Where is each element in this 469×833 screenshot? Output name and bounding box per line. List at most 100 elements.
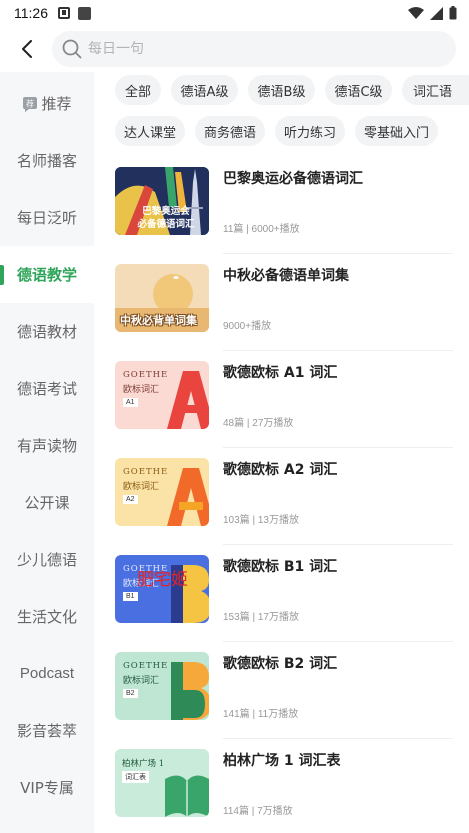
list-item[interactable]: GOETHE 欧标词汇 A2 歌德欧标 A2 词汇 103篇 | 13万播放 <box>94 448 469 545</box>
tag-all[interactable]: 全部 <box>115 75 161 105</box>
list-item[interactable]: GOETHE 欧标词汇 A1 歌德欧标 A1 词汇 48篇 | 27万播放 <box>94 351 469 448</box>
list-item[interactable]: GOETHE 欧标词汇 B2 歌德欧标 B2 词汇 141篇 | 11万播放 <box>94 642 469 739</box>
album-title: 歌德欧标 B2 词汇 <box>223 656 338 672</box>
signal-icon <box>430 6 443 20</box>
tag-label: 德语B级 <box>257 84 306 100</box>
header <box>0 26 469 72</box>
album-cover-sub: 词汇表 <box>122 771 149 783</box>
album-meta: 11篇 | 6000+播放 <box>223 224 300 235</box>
sidebar-item-german-textbook[interactable]: 德语教材 <box>0 303 94 360</box>
sidebar-item-media[interactable]: 影音荟萃 <box>0 702 94 759</box>
sidebar-item-kids-german[interactable]: 少儿德语 <box>0 531 94 588</box>
sidebar-item-label: 有声读物 <box>16 437 77 455</box>
status-bar: 11:26 <box>0 0 469 26</box>
album-meta: 153篇 | 17万播放 <box>223 612 299 623</box>
album-cover-sub: 欧标词汇 <box>123 482 160 492</box>
tag-label: 商务德语 <box>203 125 256 141</box>
album-title: 歌德欧标 B1 词汇 <box>223 559 338 575</box>
sidebar-item-recommend[interactable]: 荐 推荐 <box>0 75 94 132</box>
tag-german-b[interactable]: 德语B级 <box>248 75 315 105</box>
sidebar-item-podcast[interactable]: Podcast <box>0 645 94 702</box>
album-cover-text: 巴黎奥运会 必备德语词汇 <box>137 206 195 230</box>
sidebar-item-label: 生活文化 <box>16 608 77 626</box>
tag-german-c[interactable]: 德语C级 <box>325 75 392 105</box>
album-title: 中秋必备德语单词集 <box>223 268 349 284</box>
battery-icon <box>449 6 457 20</box>
album-cover-brand: GOETHE <box>123 661 169 671</box>
sidebar-item-german-teaching[interactable]: 德语教学 <box>0 246 94 303</box>
album-cover: GOETHE 欧标词汇 B2 <box>115 652 209 720</box>
album-cover: GOETHE 欧标词汇 A1 <box>115 361 209 429</box>
album-meta: 141篇 | 11万播放 <box>223 709 299 720</box>
album-cover-brand: GOETHE <box>123 467 169 477</box>
sidebar-item-teacher-podcast[interactable]: 名师播客 <box>0 132 94 189</box>
album-cover: 柏林广场 1 词汇表 <box>115 749 209 817</box>
tag-german-a[interactable]: 德语A级 <box>171 75 238 105</box>
album-cover-level: B1 <box>123 592 138 601</box>
back-button[interactable] <box>5 27 49 71</box>
tag-business-german[interactable]: 商务德语 <box>195 116 265 146</box>
sidebar-item-label: 公开课 <box>24 494 70 512</box>
status-time: 11:26 <box>14 5 48 21</box>
sidebar-item-label: 名师播客 <box>16 152 77 170</box>
album-cover: 巴黎奥运会 必备德语词汇 <box>115 167 209 235</box>
tag-label: 德语C级 <box>334 84 383 100</box>
search-input[interactable] <box>88 41 428 57</box>
tag-label: 全部 <box>124 84 151 100</box>
list-item[interactable]: GOETHE 欧标词汇 B1 肥宅姬 歌德欧标 B1 词汇 153篇 | 17万… <box>94 545 469 642</box>
wifi-icon <box>408 6 424 19</box>
album-cover-brand: GOETHE <box>123 370 169 380</box>
tag-label: 达人课堂 <box>123 125 176 141</box>
sidebar-item-label: 影音荟萃 <box>16 722 77 740</box>
album-meta: 48篇 | 27万播放 <box>223 418 294 429</box>
app-notification-icon <box>78 6 91 20</box>
sidebar-item-vip[interactable]: VIP专属 <box>0 759 94 816</box>
category-sidebar: 荐 推荐 名师播客 每日泛听 德语教学 德语教材 德语考试 有声读物 公开课 少… <box>0 72 94 833</box>
album-cover: 中秋必背单词集 <box>115 264 209 332</box>
sidebar-item-life-culture[interactable]: 生活文化 <box>0 588 94 645</box>
tag-label: 词汇语 <box>413 84 453 100</box>
sidebar-item-audiobooks[interactable]: 有声读物 <box>0 417 94 474</box>
sidebar-item-label: 德语教学 <box>16 266 77 284</box>
sidebar-item-label: Podcast <box>19 665 75 682</box>
tag-label: 零基础入门 <box>363 125 429 141</box>
album-title: 巴黎奥运必备德语词汇 <box>223 171 363 187</box>
album-meta: 9000+播放 <box>223 321 272 332</box>
list-item[interactable]: 中秋必背单词集 中秋必备德语单词集 9000+播放 <box>94 254 469 351</box>
album-meta: 114篇 | 7万播放 <box>223 806 293 817</box>
recommend-icon: 荐 <box>23 96 38 112</box>
filter-tags: 全部 德语A级 德语B级 德语C级 词汇语 达人课堂 商务德语 听力练习 零基础… <box>94 72 469 157</box>
list-item[interactable]: 巴黎奥运会 必备德语词汇 巴黎奥运必备德语词汇 11篇 | 6000+播放 <box>94 157 469 254</box>
album-cover-sub: 欧标词汇 <box>123 676 160 686</box>
album-cover-level: A1 <box>123 398 138 407</box>
album-cover: GOETHE 欧标词汇 A2 <box>115 458 209 526</box>
sidebar-item-label: VIP专属 <box>20 779 74 797</box>
chevron-left-icon <box>22 40 32 58</box>
tag-beginner[interactable]: 零基础入门 <box>355 116 438 146</box>
tag-expert-class[interactable]: 达人课堂 <box>115 116 185 146</box>
tag-label: 德语A级 <box>180 84 229 100</box>
search-icon <box>62 39 82 59</box>
tag-label: 听力练习 <box>283 125 336 141</box>
sidebar-item-label: 推荐 <box>41 95 72 113</box>
album-meta: 103篇 | 13万播放 <box>223 515 299 526</box>
album-cover-text: 中秋必背单词集 <box>120 314 197 327</box>
album-title: 柏林广场 1 词汇表 <box>223 753 341 769</box>
album-title: 歌德欧标 A1 词汇 <box>223 365 338 381</box>
album-cover: GOETHE 欧标词汇 B1 肥宅姬 <box>115 555 209 623</box>
sidebar-item-german-exam[interactable]: 德语考试 <box>0 360 94 417</box>
notification-icon <box>58 7 70 19</box>
list-item[interactable]: 柏林广场 1 词汇表 柏林广场 1 词汇表 114篇 | 7万播放 <box>94 739 469 833</box>
tag-listening[interactable]: 听力练习 <box>275 116 345 146</box>
search-bar[interactable] <box>52 31 456 67</box>
sidebar-item-daily-listening[interactable]: 每日泛听 <box>0 189 94 246</box>
sidebar-item-label: 德语考试 <box>16 380 77 398</box>
tag-vocabulary[interactable]: 词汇语 <box>402 75 469 105</box>
watermark-text: 肥宅姬 <box>137 570 188 590</box>
album-cover-brand: 柏林广场 1 <box>122 759 165 769</box>
album-cover-level: B2 <box>123 689 138 698</box>
sidebar-item-open-course[interactable]: 公开课 <box>0 474 94 531</box>
album-cover-sub: 欧标词汇 <box>123 385 160 395</box>
sidebar-item-label: 少儿德语 <box>16 551 77 569</box>
sidebar-item-label: 德语教材 <box>16 323 77 341</box>
